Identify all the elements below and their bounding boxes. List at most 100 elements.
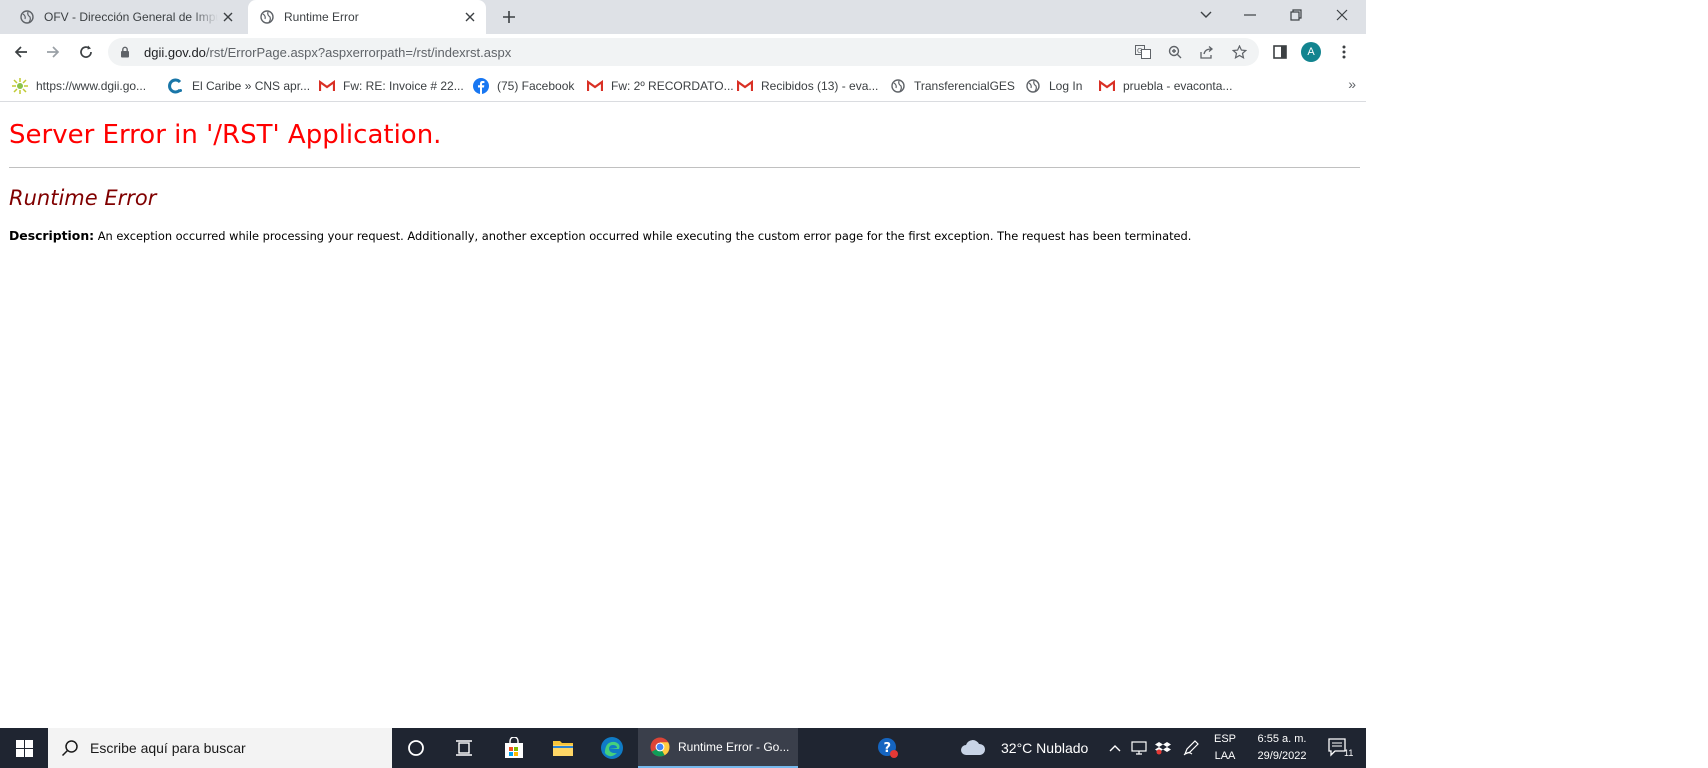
restore-button[interactable] [1274,0,1318,30]
elcaribe-icon [168,78,184,94]
gmail-icon [587,78,603,94]
empty-area [1366,0,1708,768]
translate-icon[interactable]: G [1134,43,1152,61]
lock-icon[interactable] [120,46,134,58]
avatar: A [1301,42,1321,62]
notification-count: 11 [1344,748,1354,758]
store-icon [505,737,523,758]
cloud-icon [958,728,988,768]
error-heading: Server Error in '/RST' Application. [9,120,442,150]
url-text: dgii.gov.do/rst/ErrorPage.aspx?aspxerror… [144,45,511,60]
reload-icon [80,45,92,58]
clock-time[interactable]: 6:55 a. m. [1247,733,1317,745]
edge-icon [601,737,623,759]
new-tab-button[interactable] [498,6,520,28]
kebab-menu-icon [1342,45,1346,59]
clock-date[interactable]: 29/9/2022 [1247,750,1317,762]
help-button[interactable]: ? [864,728,912,768]
description-label: Description: [9,228,95,243]
bookmark-item[interactable]: Fw: 2º RECORDATO... [587,76,734,96]
bookmark-label: Recibidos (13) - eva... [761,79,879,93]
url-path: /rst/ErrorPage.aspx?aspxerrorpath=/rst/i… [205,44,512,60]
reload-button[interactable] [74,40,98,64]
bookmark-item[interactable]: El Caribe » CNS apr... [168,76,310,96]
description-text: An exception occurred while processing y… [97,229,1192,243]
globe-icon [260,10,274,24]
task-view-button[interactable] [440,728,488,768]
bookmark-item[interactable]: pruebla - evaconta... [1099,76,1232,96]
close-window-button[interactable] [1320,0,1364,30]
star-icon[interactable] [1230,43,1248,61]
profile-button[interactable]: A [1299,40,1323,64]
help-icon: ? [878,738,898,758]
bookmark-item[interactable]: Recibidos (13) - eva... [737,76,878,96]
minimize-icon [1244,14,1256,16]
bookmark-label: TransferencialGES [914,79,1015,93]
side-panel-icon [1273,45,1287,59]
bookmark-item[interactable]: https://www.dgii.go... [12,76,146,96]
screen: OFV - Dirección General de Impuestos Int… [0,0,1366,768]
chrome-icon [650,737,670,757]
file-explorer-button[interactable] [539,728,587,768]
chevron-up-icon[interactable] [1106,728,1124,768]
plus-icon [503,11,515,23]
gmail-icon [1099,78,1115,94]
task-view-icon [456,740,472,756]
store-button[interactable] [490,728,538,768]
error-description: Description: An exception occurred while… [9,228,1191,243]
globe-icon [1025,78,1041,94]
forward-button[interactable] [41,40,65,64]
taskbar-window-label: Runtime Error - Go... [678,740,790,754]
tab-search-button[interactable] [1184,0,1228,30]
pen-icon[interactable] [1180,728,1202,768]
arrow-left-icon [14,46,27,58]
chevron-double-right-icon[interactable]: » [1348,76,1356,92]
gmail-icon [319,78,335,94]
bookmark-item[interactable]: TransferencialGES [890,76,1015,96]
globe-icon [20,10,34,24]
dropbox-icon[interactable] [1152,728,1174,768]
address-bar[interactable]: dgii.gov.do/rst/ErrorPage.aspx?aspxerror… [108,38,1259,66]
bookmark-item[interactable]: Log In [1025,76,1082,96]
close-icon[interactable] [460,7,480,27]
weather-text[interactable]: 32°C Nublado [1001,740,1088,756]
zoom-icon[interactable] [1166,43,1184,61]
taskbar-search[interactable]: Escribe aquí para buscar [48,728,392,768]
bookmark-label: Fw: RE: Invoice # 22... [343,79,464,93]
notifications-button[interactable]: 11 [1320,728,1358,768]
divider [9,167,1360,168]
tab-runtime-error[interactable]: Runtime Error [248,0,486,34]
minimize-button[interactable] [1228,0,1272,30]
edge-button[interactable] [588,728,636,768]
bookmark-label: https://www.dgii.go... [36,79,147,93]
bookmark-item[interactable]: (75) Facebook [473,76,574,96]
search-placeholder: Escribe aquí para buscar [90,740,246,756]
svg-text:?: ? [884,741,892,756]
page-content: Server Error in '/RST' Application. Runt… [0,102,1366,728]
side-panel-button[interactable] [1268,40,1292,64]
bookmark-label: Log In [1049,79,1083,93]
language-code[interactable]: ESP [1213,733,1237,745]
start-button[interactable] [0,728,48,768]
bookmark-label: pruebla - evaconta... [1123,79,1233,93]
browser-toolbar: dgii.gov.do/rst/ErrorPage.aspx?aspxerror… [0,34,1366,70]
tab-title: OFV - Dirección General de Impuestos Int… [44,10,218,24]
close-icon[interactable] [218,7,238,27]
arrow-right-icon [47,46,60,58]
taskbar-chrome-window[interactable]: Runtime Error - Go... [638,728,798,768]
tab-strip: OFV - Dirección General de Impuestos Int… [0,0,1366,34]
windows-icon [15,739,33,757]
keyboard-layout[interactable]: LAA [1213,750,1237,762]
cortana-button[interactable] [392,728,440,768]
gmail-icon [737,78,753,94]
chevron-down-icon [1200,11,1212,18]
taskbar: Escribe aquí para buscar Runtime Error -… [0,728,1366,768]
facebook-icon [473,78,489,94]
network-icon[interactable] [1129,728,1149,768]
menu-button[interactable] [1332,40,1356,64]
tab-ofv[interactable]: OFV - Dirección General de Impuestos Int… [8,0,244,34]
bookmark-item[interactable]: Fw: RE: Invoice # 22... [319,76,464,96]
search-icon [60,738,80,758]
share-icon[interactable] [1198,43,1216,61]
back-button[interactable] [9,40,33,64]
